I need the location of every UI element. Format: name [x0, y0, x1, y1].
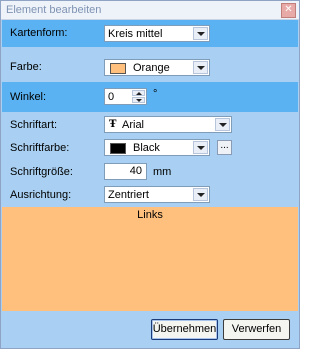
farbe-select[interactable]: Orange: [104, 59, 210, 76]
ausrichtung-value: Zentriert: [108, 189, 149, 201]
spin-up-icon[interactable]: [132, 90, 145, 96]
schriftfarbe-select[interactable]: Black: [104, 139, 210, 156]
schriftfarbe-label: Schriftfarbe:: [10, 142, 70, 154]
schriftart-select[interactable]: Ŧ Arial: [104, 116, 232, 133]
schriftart-value: Arial: [122, 119, 145, 131]
chevron-down-icon[interactable]: [193, 61, 208, 74]
ausrichtung-select[interactable]: Zentriert: [104, 186, 210, 203]
schriftfarbe-value: Black: [133, 142, 160, 154]
truetype-font-icon: Ŧ: [109, 119, 117, 130]
farbe-label: Farbe:: [10, 61, 42, 73]
discard-button[interactable]: Verwerfen: [223, 319, 290, 340]
winkel-label: Winkel:: [10, 91, 47, 103]
farbe-swatch: [110, 63, 126, 74]
row-farbe: Farbe: Orange: [2, 47, 298, 82]
ausrichtung-label: Ausrichtung:: [10, 189, 72, 201]
row-winkel: Winkel: 0 °: [2, 82, 298, 112]
chevron-down-icon[interactable]: [193, 27, 208, 40]
preview-text: Links: [137, 209, 163, 221]
spin-down-icon[interactable]: [132, 97, 145, 103]
title-bar[interactable]: Element bearbeiten ✕: [1, 1, 299, 20]
chevron-down-icon[interactable]: [215, 118, 230, 131]
row-kartenform: Kartenform: Kreis mittel: [2, 20, 298, 47]
kartenform-select[interactable]: Kreis mittel: [104, 25, 210, 42]
winkel-unit: °: [153, 88, 158, 100]
chevron-down-icon[interactable]: [193, 188, 208, 201]
window-title: Element bearbeiten: [6, 4, 102, 16]
winkel-stepper[interactable]: 0: [104, 88, 147, 105]
preview-area: Links: [2, 207, 298, 311]
kartenform-label: Kartenform:: [10, 27, 68, 39]
schriftgroesse-label: Schriftgröße:: [10, 166, 73, 178]
schriftart-label: Schriftart:: [10, 119, 58, 131]
winkel-value: 0: [108, 91, 115, 103]
schriftfarbe-swatch: [110, 143, 126, 154]
dialog-window: Element bearbeiten ✕ Kartenform: Kreis m…: [0, 0, 300, 349]
more-colors-button[interactable]: ...: [217, 140, 232, 155]
kartenform-value: Kreis mittel: [108, 28, 163, 40]
farbe-value: Orange: [133, 62, 170, 74]
schriftgroesse-input[interactable]: 40: [104, 163, 147, 180]
apply-button[interactable]: Übernehmen: [151, 319, 218, 340]
chevron-down-icon[interactable]: [193, 141, 208, 154]
form-section-font: Schriftart: Ŧ Arial Schriftfarbe: Black …: [2, 112, 298, 203]
close-icon[interactable]: ✕: [281, 3, 296, 18]
schriftgroesse-unit: mm: [153, 166, 172, 178]
